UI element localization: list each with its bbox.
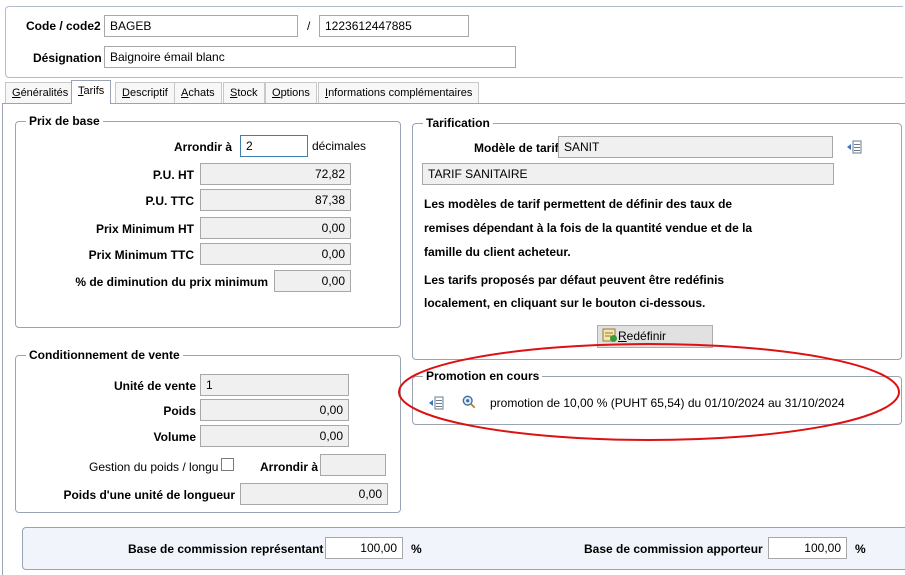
tarification-desc-line4: Les tarifs proposés par défaut peuvent ê…	[424, 273, 725, 287]
decimales-label: décimales	[312, 139, 367, 153]
diminution-label: % de diminution du prix minimum	[75, 275, 268, 289]
code2-input[interactable]: 1223612447885	[319, 15, 469, 37]
poids-field[interactable]: 0,00	[200, 399, 349, 421]
pu-ht-field[interactable]: 72,82	[200, 163, 351, 185]
prix-min-ttc-label: Prix Minimum TTC	[88, 248, 194, 262]
list-add-icon[interactable]	[846, 140, 862, 154]
tab-tarifs[interactable]: Tarifs	[71, 80, 112, 104]
tarification-desc-line3: famille du client acheteur.	[424, 245, 571, 259]
poids-unite-label: Poids d'une unité de longueur	[63, 488, 235, 502]
volume-label: Volume	[153, 430, 196, 444]
modele-tarif-name-field: TARIF SANITAIRE	[422, 163, 834, 185]
code-label: Code / code2	[26, 19, 101, 33]
commission-representant-field[interactable]: 100,00	[325, 537, 403, 559]
commission-representant-percent: %	[411, 542, 422, 556]
tab-generalites[interactable]: Généralités	[5, 82, 76, 103]
unite-vente-field[interactable]: 1	[200, 374, 349, 396]
poids-label: Poids	[163, 404, 196, 418]
tarification-title: Tarification	[423, 116, 493, 130]
unite-vente-label: Unité de vente	[113, 379, 196, 393]
commission-apporteur-field[interactable]: 100,00	[768, 537, 847, 559]
pu-ttc-field[interactable]: 87,38	[200, 189, 351, 211]
arrondir-input[interactable]: 2	[240, 135, 308, 157]
prix-de-base-title: Prix de base	[26, 114, 103, 128]
modele-tarif-field[interactable]: SANIT	[558, 136, 833, 158]
commission-representant-label: Base de commission représentant	[128, 542, 324, 556]
arrondir-longueur-input[interactable]	[320, 454, 386, 476]
tarification-desc-line1: Les modèles de tarif permettent de défin…	[424, 197, 733, 211]
prix-min-ttc-field[interactable]: 0,00	[200, 243, 351, 265]
diminution-field[interactable]: 0,00	[274, 270, 351, 292]
prix-min-ht-label: Prix Minimum HT	[95, 222, 194, 236]
tab-stock[interactable]: Stock	[223, 82, 265, 103]
tarification-desc-line5: localement, en cliquant sur le bouton ci…	[424, 296, 706, 310]
tab-informations[interactable]: Informations complémentaires	[318, 82, 480, 103]
tarification-desc-line2: remises dépendant à la fois de la quanti…	[424, 221, 753, 235]
code-separator: /	[307, 19, 311, 33]
gestion-poids-checkbox[interactable]	[221, 458, 234, 471]
arrondir-longueur-label: Arrondir à	[260, 460, 319, 474]
designation-input[interactable]: Baignoire émail blanc	[104, 46, 516, 68]
prix-min-ht-field[interactable]: 0,00	[200, 217, 351, 239]
tab-descriptif[interactable]: Descriptif	[115, 82, 175, 103]
pu-ht-label: P.U. HT	[152, 168, 194, 182]
pu-ttc-label: P.U. TTC	[145, 194, 194, 208]
arrondir-label: Arrondir à	[173, 140, 232, 154]
code-input[interactable]: BAGEB	[104, 15, 298, 37]
commission-apporteur-percent: %	[855, 542, 866, 556]
modele-tarif-label: Modèle de tarif	[474, 141, 559, 155]
conditionnement-title: Conditionnement de vente	[26, 348, 183, 362]
designation-label: Désignation	[33, 51, 102, 65]
commission-apporteur-label: Base de commission apporteur	[584, 542, 763, 556]
gestion-poids-label: Gestion du poids / longu	[89, 460, 219, 474]
tab-options[interactable]: Options	[265, 82, 317, 103]
tab-achats[interactable]: Achats	[174, 82, 222, 103]
highlight-ellipse	[398, 343, 900, 441]
poids-unite-field[interactable]: 0,00	[240, 483, 388, 505]
volume-field[interactable]: 0,00	[200, 425, 349, 447]
